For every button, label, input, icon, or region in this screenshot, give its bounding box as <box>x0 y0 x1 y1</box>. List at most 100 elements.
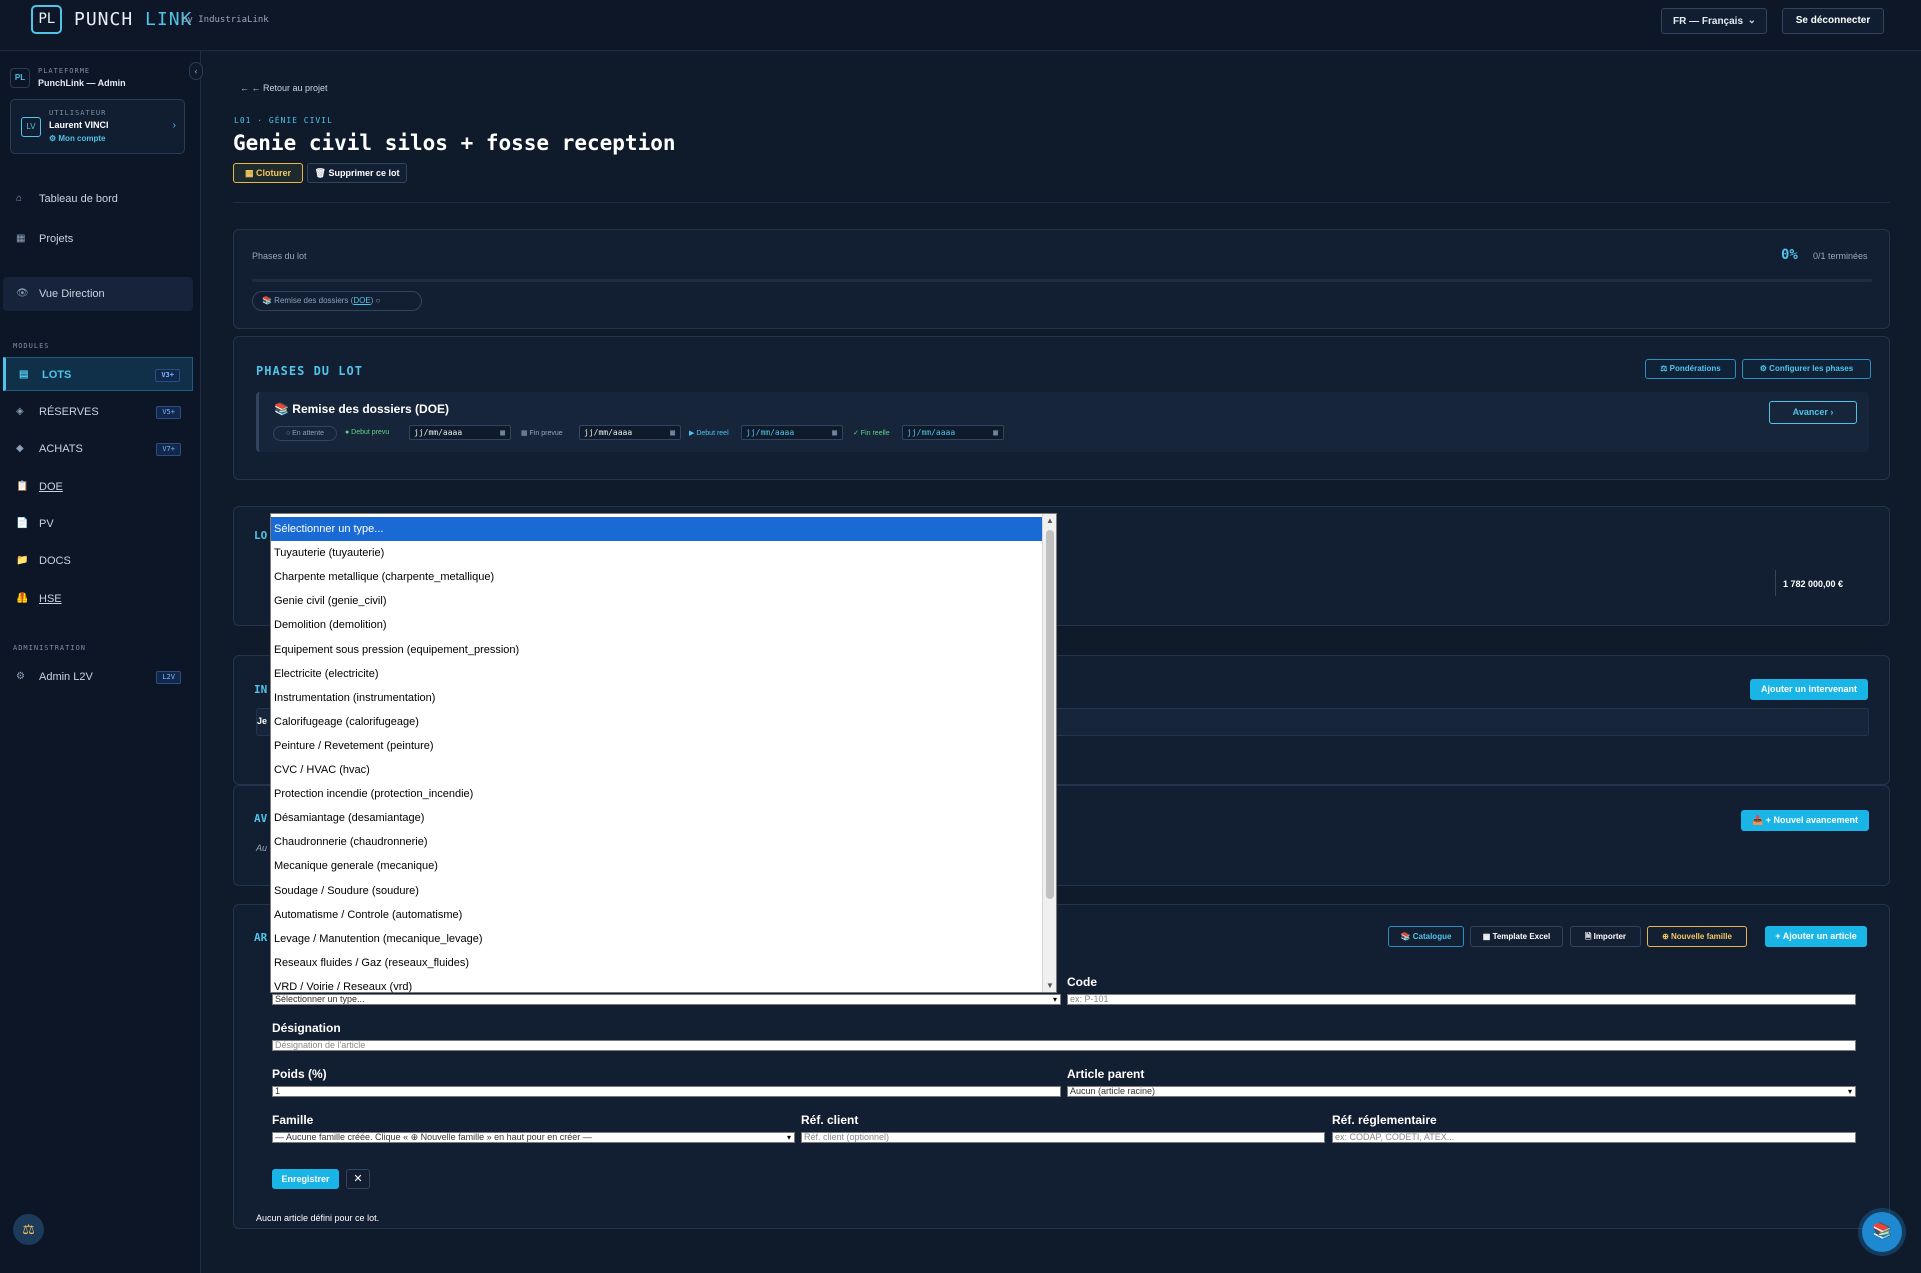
budget-title: LO <box>254 529 268 542</box>
eye-icon: 👁 <box>16 288 29 299</box>
lot-code: L01 · GÉNIE CIVIL <box>234 116 333 125</box>
designation-input[interactable]: Désignation de l'article <box>272 1040 1856 1051</box>
add-intervenant-button[interactable]: Ajouter un intervenant <box>1750 679 1868 700</box>
sidebar-item-admin[interactable]: ⚙ Admin L2V L2V <box>3 660 193 694</box>
sidebar-item-achats[interactable]: ◆ ACHATS V7+ <box>3 432 193 466</box>
gear-icon: ⚙ <box>16 671 25 682</box>
dropdown-option[interactable]: Levage / Manutention (mecanique_levage) <box>271 927 1043 951</box>
catalogue-button[interactable]: 📚 Catalogue <box>1388 926 1464 947</box>
dropdown-option[interactable]: VRD / Voirie / Reseaux (vrd) <box>271 975 1043 999</box>
collapse-sidebar-icon[interactable]: ‹ <box>189 62 203 80</box>
user-label: UTILISATEUR <box>49 109 107 117</box>
sidebar-item-projects[interactable]: ▦ Projets <box>3 222 193 256</box>
dropdown-option[interactable]: Désamiantage (desamiantage) <box>271 806 1043 830</box>
dropdown-option[interactable]: Protection incendie (protection_incendie… <box>271 782 1043 806</box>
catalogue-fab-icon[interactable]: 📚 <box>1862 1212 1902 1252</box>
chevron-down-icon: ▾ <box>1052 995 1057 1004</box>
configure-phases-button[interactable]: ⚙ Configurer les phases <box>1742 359 1871 379</box>
sidebar-item-label: Projets <box>39 233 74 245</box>
sidebar-item-hse[interactable]: 🦺 HSE <box>3 582 193 616</box>
planned-start-input[interactable]: jj/mm/aaaa ▦ <box>409 425 511 440</box>
ref-regl-input[interactable]: ex: CODAP, CODETI, ATEX... <box>1332 1132 1856 1143</box>
new-family-button[interactable]: ⊕ Nouvelle famille <box>1647 926 1747 947</box>
phases-card: PHASES DU LOT ⚖ Pondérations ⚙ Configure… <box>233 336 1890 480</box>
administration-heading: ADMINISTRATION <box>13 644 87 652</box>
scroll-up-icon[interactable]: ▲ <box>1046 516 1054 525</box>
sidebar-item-pv[interactable]: 📄 PV <box>3 507 193 541</box>
date-value: jj/mm/aaaa <box>414 428 463 437</box>
parent-value: Aucun (article racine) <box>1070 1086 1156 1096</box>
planned-end-input[interactable]: jj/mm/aaaa ▦ <box>579 425 681 440</box>
sidebar-item-label: DOE <box>39 481 63 493</box>
parent-label: Article parent <box>1067 1067 1145 1081</box>
dropdown-option[interactable]: Instrumentation (instrumentation) <box>271 686 1043 710</box>
advance-phase-button[interactable]: Avancer › <box>1769 401 1857 424</box>
balance-scale-icon[interactable]: ⚖ <box>13 1214 44 1245</box>
dropdown-option[interactable]: Equipement sous pression (equipement_pre… <box>271 638 1043 662</box>
page-title: Genie civil silos + fosse reception <box>233 131 676 155</box>
sidebar-item-label: DOCS <box>39 555 71 567</box>
phase-chip[interactable]: 📚 Remise des dossiers (DOE) ○ <box>252 291 422 311</box>
sidebar-item-doe[interactable]: 📋 DOE <box>3 470 193 504</box>
dropdown-option[interactable]: Sélectionner un type... <box>271 517 1043 541</box>
dropdown-option[interactable]: Peinture / Revetement (peinture) <box>271 734 1043 758</box>
sidebar-item-docs[interactable]: 📁 DOCS <box>3 544 193 578</box>
actual-start-input[interactable]: jj/mm/aaaa ▦ <box>741 425 843 440</box>
scroll-down-icon[interactable]: ▼ <box>1046 981 1054 990</box>
poids-input[interactable]: 1 <box>272 1086 1061 1097</box>
import-button[interactable]: 🗎 Importer <box>1570 926 1641 947</box>
brand-name: PUNCH LINK <box>74 9 192 30</box>
dropdown-option[interactable]: Demolition (demolition) <box>271 613 1043 637</box>
close-lot-button[interactable]: ▦ Cloturer <box>233 163 303 183</box>
dropdown-option[interactable]: Chaudronnerie (chaudronnerie) <box>271 830 1043 854</box>
add-article-button[interactable]: + Ajouter un article <box>1765 926 1867 947</box>
dropdown-option[interactable]: CVC / HVAC (hvac) <box>271 758 1043 782</box>
dropdown-option[interactable]: Mecanique generale (mecanique) <box>271 854 1043 878</box>
ponderations-button[interactable]: ⚖ Pondérations <box>1645 359 1736 379</box>
sidebar-item-dashboard[interactable]: ⌂ Tableau de bord <box>3 182 193 216</box>
famille-select[interactable]: — Aucune famille créée. Clique « ⊕ Nouve… <box>272 1132 795 1143</box>
actual-end-label: ✓ Fin reelle <box>853 430 890 437</box>
achats-icon: ◆ <box>16 443 24 454</box>
save-button[interactable]: Enregistrer <box>272 1169 339 1189</box>
version-badge: L2V <box>156 671 181 684</box>
dropdown-option[interactable]: Electricite (electricite) <box>271 662 1043 686</box>
date-value: jj/mm/aaaa <box>746 428 795 437</box>
my-account-link[interactable]: ⚙ Mon compte <box>49 134 106 143</box>
logout-button[interactable]: Se déconnecter <box>1782 8 1884 34</box>
dropdown-option[interactable]: Automatisme / Controle (automatisme) <box>271 903 1043 927</box>
sidebar-item-direction[interactable]: 👁 Vue Direction <box>3 277 193 311</box>
status-badge: ○ En attente <box>273 426 337 441</box>
sidebar-item-lots[interactable]: ▤ LOTS V3+ <box>3 357 193 391</box>
chip-suffix: ) ○ <box>370 296 381 305</box>
code-input[interactable]: ex: P-101 <box>1067 994 1856 1005</box>
new-avancement-button[interactable]: 📥 + Nouvel avancement <box>1741 810 1869 831</box>
dropdown-option[interactable]: Tuyauterie (tuyauterie) <box>271 541 1043 565</box>
document-icon: 📄 <box>16 518 29 529</box>
delete-lot-button[interactable]: 🗑 Supprimer ce lot <box>307 163 407 183</box>
books-icon: 📚 <box>274 402 289 416</box>
cancel-button[interactable]: ✕ <box>346 1169 370 1189</box>
dropdown-scrollbar[interactable]: ▲ ▼ <box>1042 514 1056 992</box>
logo[interactable]: PL <box>31 5 62 34</box>
actual-end-input[interactable]: jj/mm/aaaa ▦ <box>902 425 1004 440</box>
user-card[interactable]: LV UTILISATEUR Laurent VINCI ⚙ Mon compt… <box>10 99 185 154</box>
back-to-project-link[interactable]: ← ← Retour au projet <box>240 83 328 93</box>
parent-select[interactable]: Aucun (article racine) ▾ <box>1067 1086 1856 1097</box>
excel-template-button[interactable]: ▦ Template Excel <box>1470 926 1563 947</box>
ref-client-input[interactable]: Réf. client (optionnel) <box>801 1132 1325 1143</box>
sidebar-item-label: PV <box>39 518 54 530</box>
language-select[interactable]: FR — Français ⌄ <box>1661 8 1767 34</box>
scroll-thumb[interactable] <box>1046 530 1054 899</box>
language-value: FR — Français <box>1673 16 1744 27</box>
sidebar-item-reserves[interactable]: ◈ RÉSERVES V5+ <box>3 395 193 429</box>
dropdown-option[interactable]: Charpente metallique (charpente_metalliq… <box>271 565 1043 589</box>
dropdown-option[interactable]: Calorifugeage (calorifugeage) <box>271 710 1043 734</box>
dropdown-option[interactable]: Reseaux fluides / Gaz (reseaux_fluides) <box>271 951 1043 975</box>
dropdown-option[interactable]: Soudage / Soudure (soudure) <box>271 879 1043 903</box>
dropdown-option[interactable]: Genie civil (genie_civil) <box>271 589 1043 613</box>
avancement-subtitle: Au <box>256 843 268 853</box>
article-type-dropdown[interactable]: Sélectionner un type... Tuyauterie (tuyau… <box>270 513 1057 993</box>
phase-title-text: Remise des dossiers (DOE) <box>292 402 450 416</box>
sidebar-item-label: HSE <box>39 593 62 605</box>
